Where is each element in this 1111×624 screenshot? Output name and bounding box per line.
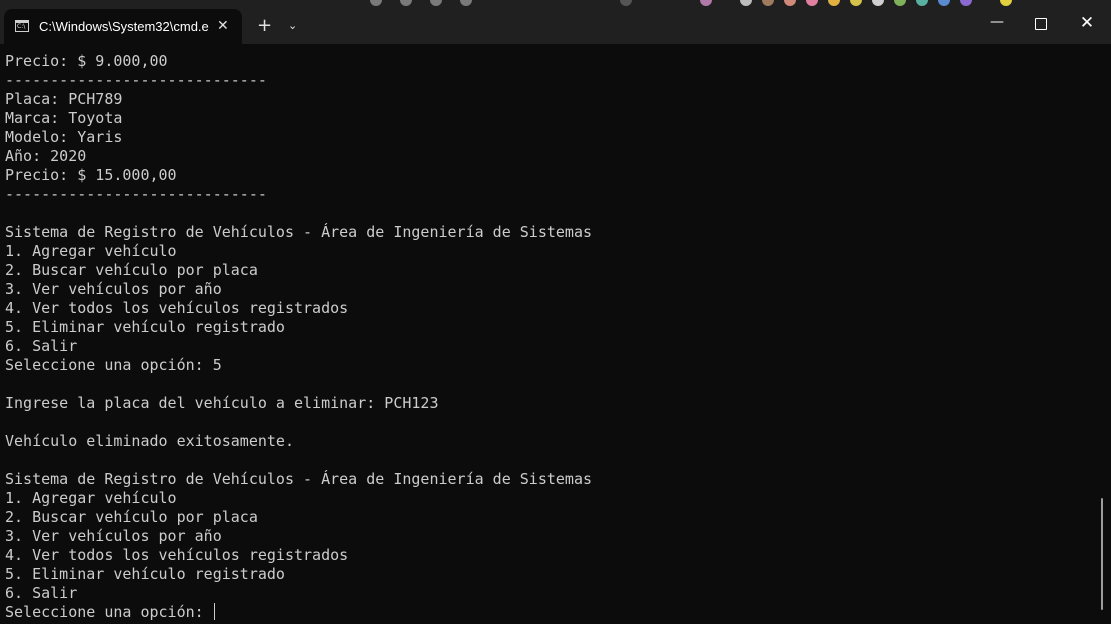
tab-cmd[interactable]: C:\Windows\System32\cmd.exe ✕ [4,9,242,44]
chevron-down-icon[interactable]: ⌄ [288,19,297,33]
terminal-line: 1. Agregar vehículo [5,242,177,260]
terminal-line: 3. Ver vehículos por año [5,527,222,545]
terminal-line: Seleccione una opción: 5 [5,356,222,374]
title-bar[interactable]: C:\Windows\System32\cmd.exe ✕ + ⌄ — ✕ [0,0,1111,44]
terminal-line: Ingrese la placa del vehículo a eliminar… [5,394,439,412]
terminal-line: 4. Ver todos los vehículos registrados [5,546,349,564]
terminal-line: Placa: PCH789 [5,90,123,108]
cmd-icon [15,20,29,32]
terminal-line: 4. Ver todos los vehículos registrados [5,299,349,317]
close-window-button[interactable]: ✕ [1075,12,1099,36]
maximize-button[interactable] [1029,12,1053,36]
prompt-line: Seleccione una opción: [5,603,1095,622]
terminal-line: Precio: $ 9.000,00 [5,52,168,70]
prompt-text: Seleccione una opción: [5,603,213,621]
terminal-line: Modelo: Yaris [5,128,123,146]
terminal-line: 6. Salir [5,337,78,355]
minimize-button[interactable]: — [985,12,1009,36]
text-cursor [213,603,215,620]
terminal-line: Sistema de Registro de Vehículos - Área … [5,223,592,241]
maximize-icon [1035,18,1047,30]
terminal-line: 5. Eliminar vehículo registrado [5,318,285,336]
close-tab-icon[interactable]: ✕ [217,18,229,34]
terminal-line: 1. Agregar vehículo [5,489,177,507]
new-tab-button[interactable]: + [257,16,272,36]
terminal-line: Marca: Toyota [5,109,123,127]
scrollbar[interactable] [1101,498,1103,610]
terminal-line: 2. Buscar vehículo por placa [5,508,258,526]
terminal-line: 6. Salir [5,584,78,602]
terminal-line: Precio: $ 15.000,00 [5,166,177,184]
terminal-line: 3. Ver vehículos por año [5,280,222,298]
terminal-line: 2. Buscar vehículo por placa [5,261,258,279]
terminal-line: Sistema de Registro de Vehículos - Área … [5,470,592,488]
terminal-line: ----------------------------- [5,185,267,203]
terminal-line: Año: 2020 [5,147,87,165]
terminal-line: 5. Eliminar vehículo registrado [5,565,285,583]
terminal-window: C:\Windows\System32\cmd.exe ✕ + ⌄ — ✕ Pr… [0,0,1111,624]
terminal-line: ----------------------------- [5,71,267,89]
background-window-edge [330,0,1050,6]
terminal-output[interactable]: Precio: $ 9.000,00 ----------------------… [5,52,1095,622]
terminal-line: Vehículo eliminado exitosamente. [5,432,294,450]
tab-title: C:\Windows\System32\cmd.exe [39,19,209,34]
